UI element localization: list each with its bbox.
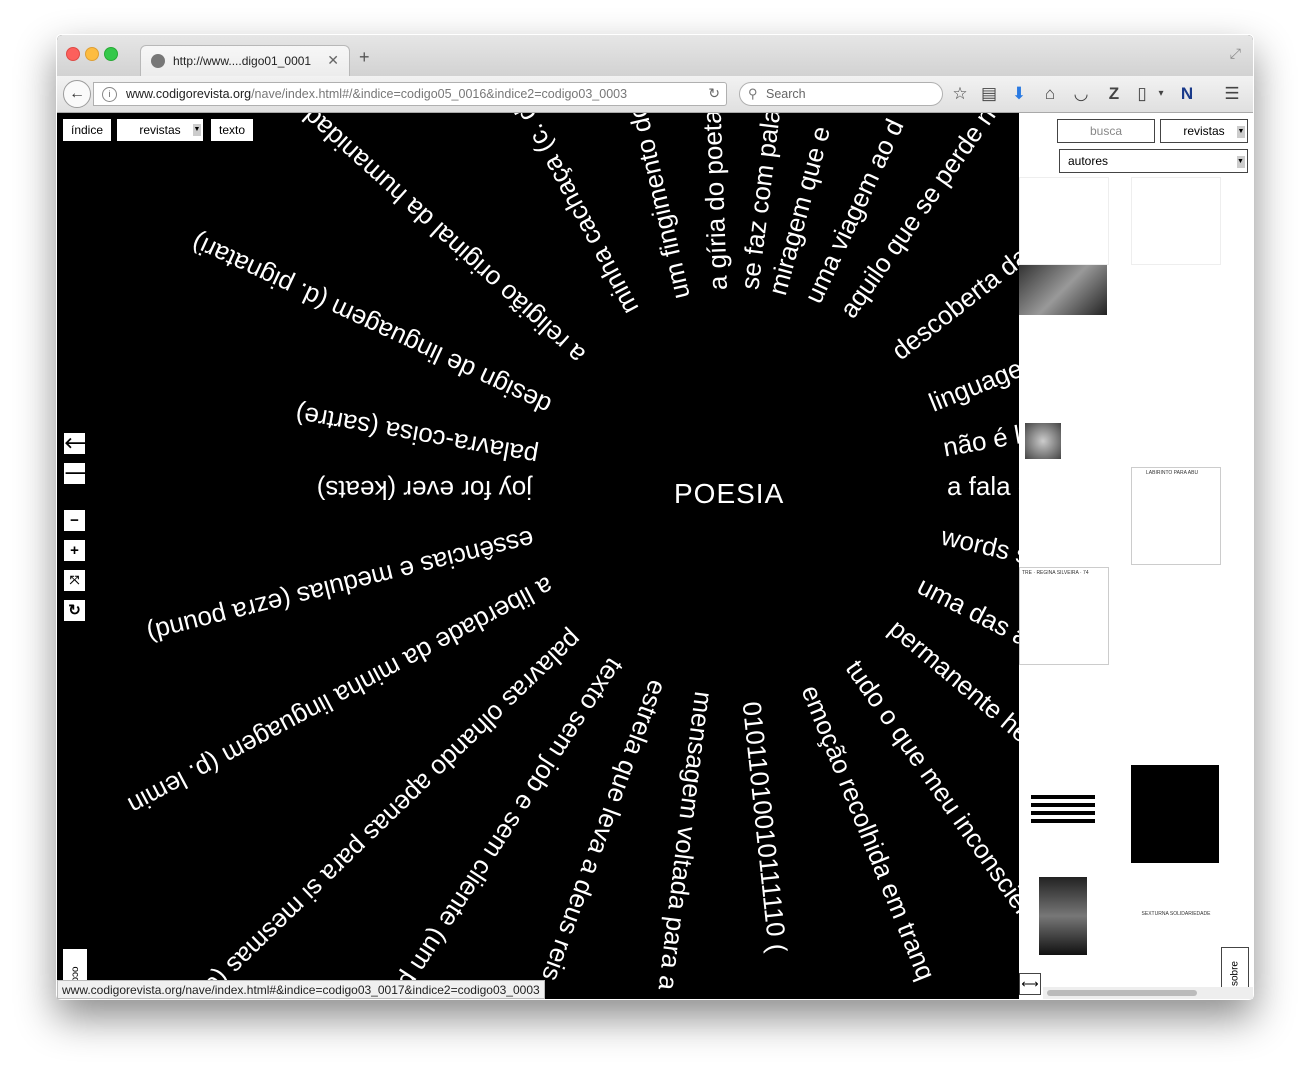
poesia-phrase[interactable]: estrela que leva a deus reis xyxy=(536,676,673,985)
home-icon[interactable]: ⌂ xyxy=(1040,84,1060,104)
thumbnail-sidebar: busca revistas ▼ autores ▼ LABIRINTO PAR… xyxy=(1019,113,1253,999)
poesia-phrase[interactable]: um fingimento do xyxy=(622,113,696,302)
expand-sidebar-button[interactable]: ⟷ xyxy=(1019,973,1041,995)
thumbnail-bar xyxy=(1031,811,1095,815)
url-domain: www.codigorevista.org xyxy=(126,87,252,101)
poesia-phrase[interactable]: linguagem xyxy=(925,345,1019,418)
zotero-icon[interactable]: Z xyxy=(1104,84,1124,104)
poesia-phrase[interactable]: não é lite xyxy=(941,415,1019,463)
navigation-bar: ← i www.codigorevista.org/nave/index.htm… xyxy=(57,76,1253,113)
thumbnail-page[interactable] xyxy=(1019,265,1107,465)
downloads-icon[interactable]: ⬇ xyxy=(1009,84,1029,104)
poesia-phrase[interactable]: design de linguagem (d. pignatari) xyxy=(187,228,556,421)
url-path: /nave/index.html#/&indice=codigo05_0016&… xyxy=(251,87,628,101)
thumbnail-caption: LABIRINTO PARA ABU xyxy=(1146,470,1199,476)
horizontal-scrollbar[interactable] xyxy=(1043,987,1253,999)
sidebar-revistas-label: revistas xyxy=(1183,124,1225,138)
thumbnail-bar xyxy=(1031,795,1095,799)
center-word: POESIA xyxy=(674,478,785,509)
search-icon: ⚲ xyxy=(748,86,758,101)
thumbnail-photo xyxy=(1019,265,1107,315)
search-bar[interactable]: ⚲ Search xyxy=(739,82,943,106)
next-arrow-icon[interactable]: 🡒 xyxy=(64,463,104,484)
poesia-phrase[interactable]: emoção recolhida em tranq xyxy=(796,681,942,984)
previous-arrow-icon[interactable]: 🡐 xyxy=(64,433,104,454)
zoom-out-icon[interactable]: − xyxy=(64,510,85,531)
tab-bar: http://www....digo01_0001 ✕ + ⤢ xyxy=(57,35,1253,76)
status-bar: www.codigorevista.org/nave/index.html#&i… xyxy=(57,980,545,999)
indice-button[interactable]: índice xyxy=(63,119,111,141)
thumbnail-page[interactable] xyxy=(1019,177,1109,265)
menu-icon[interactable]: ☰ xyxy=(1222,84,1242,104)
poem-canvas: joy for ever (keats) palavra-coisa (sartr… xyxy=(57,113,1019,999)
thumbnail-page[interactable] xyxy=(1131,567,1219,663)
poesia-phrase[interactable]: a liberdade da minha linguagem (p. lemin xyxy=(123,571,558,821)
fullscreen-icon[interactable]: ⤢ xyxy=(1230,45,1241,62)
reload-icon[interactable]: ↻ xyxy=(708,85,720,102)
thumbnail-page[interactable] xyxy=(1131,673,1219,769)
autores-label: autores xyxy=(1068,154,1109,168)
autores-select[interactable]: autores ▼ xyxy=(1059,149,1248,173)
thumbnail-photo xyxy=(1039,877,1087,955)
poesia-phrase[interactable]: mensagem voltada para a xyxy=(653,690,719,993)
revistas-select-label: revistas xyxy=(139,123,181,137)
revistas-select[interactable]: revistas ▼ xyxy=(117,119,203,141)
url-text: www.codigorevista.org/nave/index.html#/&… xyxy=(126,87,627,101)
poesia-phrase[interactable]: a gíria do poeta xyxy=(697,113,733,291)
extension-n-icon[interactable]: N xyxy=(1177,84,1197,104)
info-icon[interactable]: i xyxy=(102,87,117,102)
tab-title: http://www....digo01_0001 xyxy=(173,54,312,68)
poesia-phrase[interactable]: a fala do xyxy=(947,471,1019,501)
back-button[interactable]: ← xyxy=(63,80,91,108)
chevron-down-icon: ▼ xyxy=(193,124,201,136)
thumbnail-page[interactable]: LABIRINTO PARA ABU xyxy=(1131,467,1221,565)
thumbnail-photo xyxy=(1025,423,1061,459)
reading-list-icon[interactable]: ▤ xyxy=(979,84,999,104)
poesia-phrase[interactable]: palavra-coisa (sartre) xyxy=(293,399,540,471)
close-window-button[interactable] xyxy=(66,47,80,61)
poesia-phrase[interactable]: 01011010010111110 ( xyxy=(737,700,793,954)
thumbnail-bar xyxy=(1031,803,1095,807)
thumbnail-page[interactable]: SEXTURNA SOLIDARIEDADE xyxy=(1131,871,1219,971)
thumbnail-caption: TRE · REGINA SILVEIRA · 74 xyxy=(1022,570,1089,576)
browser-tab[interactable]: http://www....digo01_0001 ✕ xyxy=(140,45,350,76)
thumbnail-page[interactable] xyxy=(1131,177,1221,265)
thumbnail-caption: SEXTURNA SOLIDARIEDADE xyxy=(1141,911,1211,917)
fit-screen-icon[interactable]: ⤧ xyxy=(64,570,85,591)
minimize-window-button[interactable] xyxy=(85,47,99,61)
thumbnail-page[interactable] xyxy=(1131,265,1219,465)
pocket-icon[interactable]: ◡ xyxy=(1071,84,1091,104)
bookmark-star-icon[interactable]: ☆ xyxy=(950,84,970,104)
browser-window: http://www....digo01_0001 ✕ + ⤢ ← i www.… xyxy=(57,35,1253,999)
horizontal-scrollbar-thumb[interactable] xyxy=(1047,990,1197,996)
thumbnail-page[interactable] xyxy=(1019,773,1107,863)
zoom-in-icon[interactable]: + xyxy=(64,540,85,561)
new-tab-icon[interactable]: + xyxy=(359,47,370,68)
dropdown-chevron-icon[interactable]: ▾ xyxy=(1151,88,1171,99)
maximize-window-button[interactable] xyxy=(104,47,118,61)
chevron-down-icon: ▼ xyxy=(1237,156,1245,168)
thumbnail-page[interactable] xyxy=(1019,871,1107,971)
sidebar-revistas-select[interactable]: revistas ▼ xyxy=(1160,119,1248,143)
poesia-rays: joy for ever (keats) palavra-coisa (sartr… xyxy=(123,113,1019,999)
poesia-phrase[interactable]: joy for ever (keats) xyxy=(317,475,533,505)
page-icon[interactable]: ▯ xyxy=(1132,84,1152,104)
thumbnail-page[interactable]: TRE · REGINA SILVEIRA · 74 xyxy=(1019,567,1109,665)
search-placeholder: Search xyxy=(766,87,806,101)
thumbnail-page[interactable] xyxy=(1019,673,1107,769)
texto-button[interactable]: texto xyxy=(211,119,253,141)
poesia-phrase[interactable]: words se xyxy=(937,521,1019,574)
busca-input[interactable]: busca xyxy=(1057,119,1155,143)
favicon-icon xyxy=(151,54,165,68)
reset-icon[interactable]: ↻ xyxy=(64,600,85,621)
chevron-down-icon: ▼ xyxy=(1237,126,1245,138)
close-tab-icon[interactable]: ✕ xyxy=(327,52,339,69)
sobre-label: sobre xyxy=(1229,961,1241,987)
url-bar[interactable]: i www.codigorevista.org/nave/index.html#… xyxy=(93,82,727,106)
thumbnail-page-active[interactable] xyxy=(1131,765,1219,863)
thumbnail-bar xyxy=(1031,819,1095,823)
